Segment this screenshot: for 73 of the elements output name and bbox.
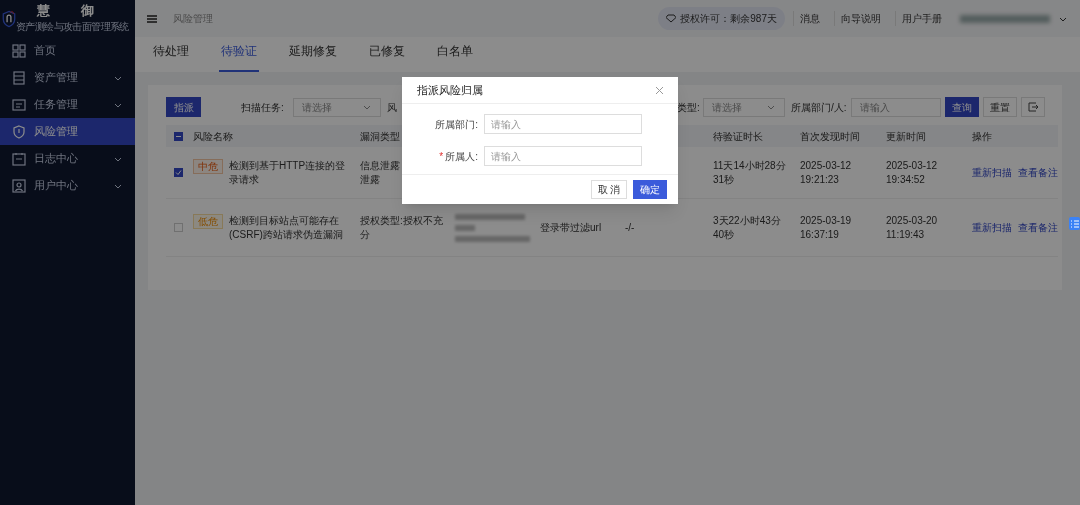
- table-cell-text: -/-: [625, 221, 636, 235]
- sidebar-item[interactable]: 首页: [0, 37, 135, 64]
- license-badge: 授权许可：剩余987天: [658, 7, 785, 30]
- column-header: 待验证时长: [713, 129, 764, 144]
- query-button[interactable]: 查询: [944, 97, 979, 117]
- side-panel-icon[interactable]: [1069, 217, 1080, 230]
- risk-name: 检测到目标站点可能存在(CSRF)跨站请求伪造漏洞: [229, 213, 344, 242]
- required-mark: *: [439, 149, 444, 164]
- menu-icon[interactable]: [147, 13, 157, 24]
- user-icon: [12, 178, 26, 193]
- table-cell-text: 2025-03-12 19:34:52: [886, 158, 939, 187]
- cancel-button[interactable]: 取 消: [591, 180, 627, 199]
- field-label: 所属人:: [445, 149, 478, 164]
- table-cell-text: 登录带过滤url: [540, 221, 603, 235]
- table-cell-text: 2025-03-20 11:19:43: [886, 213, 939, 242]
- task-icon: [12, 97, 26, 112]
- export-button[interactable]: [1020, 97, 1045, 117]
- reset-button[interactable]: 重置: [982, 97, 1017, 117]
- action-link[interactable]: 重新扫描: [972, 220, 1012, 235]
- select-all-checkbox[interactable]: [174, 131, 183, 141]
- text-input[interactable]: 请输入: [484, 114, 642, 134]
- tab[interactable]: 白名单: [435, 42, 475, 72]
- logo-icon: [2, 8, 16, 29]
- column-header: 风险名称: [193, 129, 234, 144]
- grid-icon: [12, 43, 26, 58]
- sidebar-item[interactable]: 任务管理: [0, 91, 135, 118]
- tab[interactable]: 延期修复: [287, 42, 339, 72]
- close-icon[interactable]: [656, 86, 663, 94]
- tab[interactable]: 已修复: [367, 42, 407, 72]
- filter-label: 风: [387, 100, 397, 115]
- table-cell-text: 3天22小时43分40秒: [713, 213, 782, 242]
- action-link[interactable]: 查看备注: [1018, 220, 1058, 235]
- brand-title: 慧 御: [36, 2, 109, 20]
- shield-icon: [12, 124, 26, 139]
- row-checkbox[interactable]: [174, 223, 183, 232]
- tab[interactable]: 待验证: [219, 42, 259, 72]
- list-icon: [12, 70, 26, 85]
- table-cell-text: 2025-03-12 19:21:23: [800, 158, 853, 187]
- confirm-button[interactable]: 确定: [633, 180, 667, 199]
- text-input[interactable]: 请输入: [484, 146, 642, 166]
- filter-label: 类型:: [677, 100, 701, 115]
- row-checkbox[interactable]: [174, 168, 183, 177]
- risk-name: 检测到基于HTTP连接的登录请求: [229, 158, 347, 187]
- diamond-icon: [666, 14, 677, 23]
- calendar-icon: [12, 151, 26, 166]
- export-icon: [1027, 102, 1038, 112]
- action-link[interactable]: 重新扫描: [972, 165, 1012, 180]
- column-header: 操作: [972, 129, 993, 144]
- header-link[interactable]: 消息: [793, 11, 826, 26]
- column-header: 更新时间: [886, 129, 927, 144]
- severity-tag: 中危: [193, 158, 223, 174]
- filter-label: 所属部门/人:: [791, 100, 847, 115]
- sidebar-item[interactable]: 日志中心: [0, 145, 135, 172]
- header-link[interactable]: 向导说明: [834, 11, 887, 26]
- table-cell-text: 11天14小时28分31秒: [713, 158, 787, 187]
- header-link[interactable]: 用户手册: [895, 11, 948, 26]
- tab[interactable]: 待处理: [151, 42, 191, 72]
- table-cell-text: 授权类型:授权不充分: [360, 213, 444, 242]
- severity-tag: 低危: [193, 213, 223, 229]
- sidebar-item[interactable]: 资产管理: [0, 64, 135, 91]
- filter-label: 扫描任务:: [241, 100, 285, 115]
- column-header: 漏洞类型: [360, 129, 401, 144]
- table-cell-text: 信息泄露: [360, 158, 401, 173]
- brand-subtitle: 资产测绘与攻击面管理系统: [16, 20, 129, 35]
- sidebar-item[interactable]: 用户中心: [0, 172, 135, 199]
- action-link[interactable]: 查看备注: [1018, 165, 1058, 180]
- assign-button[interactable]: 指派: [166, 97, 201, 117]
- column-header: 首次发现时间: [800, 129, 861, 144]
- field-label: 所属部门:: [435, 117, 478, 132]
- dialog-title: 指派风险归属: [417, 82, 483, 98]
- table-cell-text: 泄露: [360, 172, 381, 187]
- sidebar-item[interactable]: 风险管理: [0, 118, 135, 145]
- table-cell-text: 2025-03-19 16:37:19: [800, 213, 853, 242]
